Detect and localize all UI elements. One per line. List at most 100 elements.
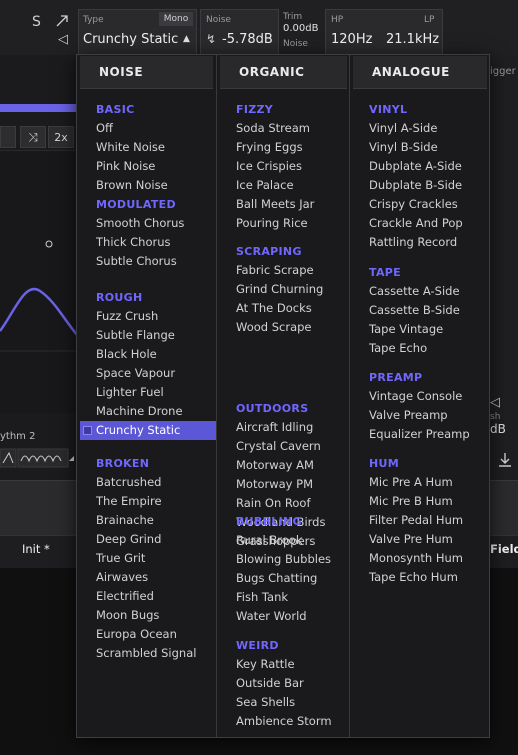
- menu-item[interactable]: Key Rattle: [217, 655, 350, 674]
- menu-item[interactable]: Tape Echo: [350, 339, 490, 358]
- menu-item[interactable]: Tape Vintage: [350, 320, 490, 339]
- menu-item[interactable]: Ball Meets Jar: [217, 195, 350, 214]
- column-heading-analogue: ANALOGUE: [353, 56, 487, 89]
- menu-item[interactable]: Equalizer Preamp: [350, 425, 490, 444]
- menu-item[interactable]: The Empire: [77, 492, 216, 511]
- menu-item[interactable]: Monosynth Hum: [350, 549, 490, 568]
- menu-item[interactable]: Electrified: [77, 587, 216, 606]
- menu-item[interactable]: Wood Scrape: [217, 318, 350, 337]
- menu-item[interactable]: Motorway PM: [217, 475, 350, 494]
- menu-item[interactable]: Dubplate A-Side: [350, 157, 490, 176]
- menu-item[interactable]: Crystal Cavern: [217, 437, 350, 456]
- menu-item[interactable]: Subtle Flange: [77, 326, 216, 345]
- menu-item[interactable]: Bugs Chatting: [217, 569, 350, 588]
- menu-group: BASIC Off White Noise Pink Noise Brown Noise: [77, 101, 216, 195]
- noise-level-control[interactable]: Noise ↯ -5.78dB: [200, 9, 279, 55]
- collapse-left-icon[interactable]: ◁: [58, 32, 68, 47]
- menu-item[interactable]: Black Hole: [77, 345, 216, 364]
- menu-item[interactable]: Off: [77, 119, 216, 138]
- type-value: Crunchy Static: [83, 32, 179, 47]
- menu-item[interactable]: Rural Brook: [217, 531, 350, 550]
- menu-item[interactable]: Frying Eggs: [217, 138, 350, 157]
- menu-item[interactable]: Valve Preamp: [350, 406, 490, 425]
- menu-item[interactable]: Outside Bar: [217, 674, 350, 693]
- menu-item[interactable]: Deep Grind: [77, 530, 216, 549]
- trash-label: sh: [490, 412, 501, 422]
- lp-value[interactable]: 21.1kHz: [386, 32, 439, 47]
- menu-item[interactable]: At The Docks: [217, 299, 350, 318]
- menu-item[interactable]: Machine Drone: [77, 402, 216, 421]
- menu-item[interactable]: Water World: [217, 607, 350, 626]
- menu-item[interactable]: Motorway AM: [217, 456, 350, 475]
- menu-item[interactable]: Brown Noise: [77, 176, 216, 195]
- expand-icon[interactable]: [55, 13, 69, 27]
- mult-button[interactable]: 2x: [48, 126, 74, 148]
- menu-item[interactable]: Cassette A-Side: [350, 282, 490, 301]
- menu-item[interactable]: Blowing Bubbles: [217, 550, 350, 569]
- menu-item[interactable]: Cassette B-Side: [350, 301, 490, 320]
- menu-item[interactable]: Dubplate B-Side: [350, 176, 490, 195]
- menu-item[interactable]: Space Vapour: [77, 364, 216, 383]
- lfo-shape-selector[interactable]: [0, 445, 78, 471]
- menu-item[interactable]: Valve Pre Hum: [350, 530, 490, 549]
- menu-item[interactable]: Scrambled Signal: [77, 644, 216, 663]
- column-heading-organic: ORGANIC: [220, 56, 347, 89]
- menu-item[interactable]: Vintage Console: [350, 387, 490, 406]
- preset-name[interactable]: Init *: [22, 542, 50, 556]
- noise-label: Noise: [206, 15, 231, 25]
- group-title: FIZZY: [236, 103, 274, 116]
- solo-button[interactable]: S: [32, 14, 41, 30]
- lfo-panel: [0, 150, 78, 413]
- menu-item[interactable]: Soda Stream: [217, 119, 350, 138]
- menu-item[interactable]: Rattling Record: [350, 233, 490, 252]
- menu-item[interactable]: True Grit: [77, 549, 216, 568]
- shuffle-button[interactable]: ⤨: [20, 126, 46, 148]
- menu-item[interactable]: Mic Pre A Hum: [350, 473, 490, 492]
- menu-item[interactable]: Pouring Rice: [217, 214, 350, 233]
- type-label: Type: [83, 15, 104, 25]
- menu-item[interactable]: Vinyl A-Side: [350, 119, 490, 138]
- menu-item[interactable]: Smooth Chorus: [77, 214, 216, 233]
- menu-item[interactable]: Crispy Crackles: [350, 195, 490, 214]
- menu-item[interactable]: Moon Bugs: [77, 606, 216, 625]
- menu-item[interactable]: Mic Pre B Hum: [350, 492, 490, 511]
- filter-control[interactable]: HP LP 120Hz 21.1kHz: [325, 9, 443, 55]
- left-edge-button[interactable]: [0, 126, 16, 148]
- field-label[interactable]: Field: [490, 542, 518, 556]
- group-title: PREAMP: [369, 371, 423, 384]
- menu-item[interactable]: White Noise: [77, 138, 216, 157]
- menu-item[interactable]: Fuzz Crush: [77, 307, 216, 326]
- group-title: BROKEN: [96, 457, 150, 470]
- menu-item[interactable]: Lighter Fuel: [77, 383, 216, 402]
- hp-value[interactable]: 120Hz: [331, 32, 372, 47]
- group-title: WEIRD: [236, 639, 279, 652]
- arrow-left-icon[interactable]: ◁: [490, 395, 500, 410]
- level-meter-bar: [0, 104, 76, 112]
- menu-item[interactable]: Thick Chorus: [77, 233, 216, 252]
- trim-control[interactable]: Trim 0.00dB Noise: [281, 9, 321, 53]
- menu-item[interactable]: Ice Palace: [217, 176, 350, 195]
- menu-item[interactable]: Tape Echo Hum: [350, 568, 490, 587]
- menu-item[interactable]: Aircraft Idling: [217, 418, 350, 437]
- menu-item[interactable]: Airwaves: [77, 568, 216, 587]
- menu-item[interactable]: Fish Tank: [217, 588, 350, 607]
- menu-item[interactable]: Brainache: [77, 511, 216, 530]
- mono-button[interactable]: Mono: [159, 12, 193, 26]
- download-icon[interactable]: [494, 450, 516, 470]
- menu-item[interactable]: Batcrushed: [77, 473, 216, 492]
- menu-item[interactable]: Europa Ocean: [77, 625, 216, 644]
- menu-item[interactable]: Pink Noise: [77, 157, 216, 176]
- menu-item[interactable]: Rain On Roof: [217, 494, 350, 513]
- menu-item[interactable]: Fabric Scrape: [217, 261, 350, 280]
- menu-item[interactable]: Vinyl B-Side: [350, 138, 490, 157]
- type-selector[interactable]: Type Mono Crunchy Static ▲: [78, 9, 197, 55]
- column-analogue: ANALOGUE VINYL Vinyl A-Side Vinyl B-Side Du…: [349, 55, 490, 737]
- menu-item[interactable]: Ambience Storm: [217, 712, 350, 731]
- menu-item[interactable]: Sea Shells: [217, 693, 350, 712]
- menu-item[interactable]: Filter Pedal Hum: [350, 511, 490, 530]
- menu-item[interactable]: Crackle And Pop: [350, 214, 490, 233]
- menu-item[interactable]: Subtle Chorus: [77, 252, 216, 271]
- menu-item-selected[interactable]: Crunchy Static: [80, 421, 216, 440]
- menu-item[interactable]: Grind Churning: [217, 280, 350, 299]
- menu-item[interactable]: Ice Crispies: [217, 157, 350, 176]
